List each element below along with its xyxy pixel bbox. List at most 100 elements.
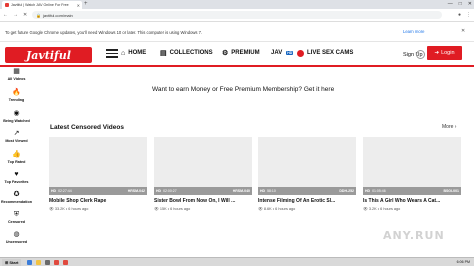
hd-badge: HD <box>260 189 266 193</box>
video-age: 6 hours ago <box>170 207 191 211</box>
home-icon: ⌂ <box>121 49 126 57</box>
infobar-close-icon[interactable]: ✕ <box>461 28 465 34</box>
video-title[interactable]: Mobile Shop Clerk Rape <box>49 198 147 204</box>
tab-title: Javtiful | Watch JAV Online For Free <box>11 3 69 7</box>
shield-app-icon[interactable] <box>63 259 69 265</box>
eye-icon: 👁 <box>154 207 159 211</box>
video-card[interactable]: HD 01:05:46 BSGI-001 Is This A Girl Who … <box>363 137 461 211</box>
folder-icon[interactable] <box>36 259 42 265</box>
profile-icon[interactable]: ● <box>458 12 461 18</box>
lock-icon: 🔒 <box>36 12 41 18</box>
new-tab-button[interactable]: + <box>84 1 88 8</box>
chart-icon: ↗ <box>13 130 20 137</box>
video-stats: 👁 15K • 6 hours ago <box>154 206 252 211</box>
menu-icon[interactable]: ⋮ <box>466 12 471 18</box>
video-views: 3.2K <box>368 207 377 211</box>
nav-jav[interactable]: JAV HD <box>271 47 294 59</box>
video-age: 6 hours ago <box>380 207 401 211</box>
nav-home[interactable]: ⌂ HOME <box>121 47 146 59</box>
header-divider <box>0 65 474 67</box>
live-icon <box>297 49 304 57</box>
chrome-update-infobar: To get future Google Chrome updates, you… <box>0 22 474 42</box>
separator: • <box>377 207 380 211</box>
video-stats: 👁 8.6K • 6 hours ago <box>258 206 356 211</box>
chrome-icon[interactable] <box>54 259 60 265</box>
login-button[interactable]: ➔ Login <box>427 46 462 60</box>
video-card[interactable]: HD 02:27:44 HRSM-042 Mobile Shop Clerk R… <box>49 137 147 211</box>
start-label: Start <box>9 259 19 265</box>
forward-icon[interactable]: → <box>13 12 18 18</box>
site-header: Javtiful ⌂ HOME ▤ COLLECTIONS ⚙ PREMIUM … <box>0 42 474 66</box>
heart-icon: ♥ <box>14 171 19 178</box>
video-stats: 👁 33.2K • 6 hours ago <box>49 206 147 211</box>
site-logo[interactable]: Javtiful <box>5 47 92 63</box>
sidebar-item-label: Top Rated <box>7 160 26 164</box>
thumbs-up-icon: 👍 <box>12 151 21 158</box>
sidebar-item-recommendation[interactable]: ✪ Recommendation <box>0 191 33 204</box>
video-duration: 01:05:46 <box>372 189 386 193</box>
eye-icon: 👁 <box>49 207 54 211</box>
video-card[interactable]: HD 02:00:27 HRSM-040 Sister Bowl From No… <box>154 137 252 211</box>
shield-icon: ⛨ <box>13 211 20 218</box>
nav-live-sex-cams[interactable]: LIVE SEX CAMS <box>297 47 353 59</box>
video-thumbnail[interactable]: HD 02:27:44 HRSM-042 <box>49 137 147 195</box>
close-window-button[interactable]: ✕ <box>468 0 472 8</box>
sidebar-item-being-watched[interactable]: ◉ Being Watched <box>0 110 33 123</box>
video-code: HRSM-042 <box>127 189 145 193</box>
sidebar-item-most-viewed[interactable]: ↗ Most Viewed <box>0 130 33 143</box>
windows-logo-icon: ⊞ <box>5 259 9 265</box>
video-title[interactable]: Is This A Girl Who Wears A Cat... <box>363 198 461 204</box>
separator: • <box>272 207 275 211</box>
nav-collections[interactable]: ▤ COLLECTIONS <box>160 47 213 59</box>
sidebar: ▦ All Videos 🔥 Trending ◉ Being Watched … <box>0 67 33 256</box>
star-icon: ✪ <box>13 191 20 198</box>
hd-badge: HD <box>51 189 57 193</box>
fire-icon: 🔥 <box>12 89 21 96</box>
video-code: DDH-252 <box>339 189 354 193</box>
video-title[interactable]: Sister Bowl From Now On, I Will ... <box>154 198 252 204</box>
sidebar-item-trending[interactable]: 🔥 Trending <box>0 89 33 102</box>
back-icon[interactable]: ← <box>3 12 8 18</box>
video-meta-bar: HD 02:00:27 HRSM-040 <box>154 187 252 195</box>
url-field[interactable]: 🔒 javtiful.com/main <box>32 11 442 19</box>
browser-tabbar: Javtiful | Watch JAV Online For Free ✕ +… <box>0 0 474 9</box>
minimize-button[interactable]: — <box>448 0 453 8</box>
sidebar-item-label: Trending <box>8 98 25 102</box>
more-link[interactable]: More › <box>442 124 456 130</box>
start-button[interactable]: ⊞ Start <box>2 258 22 266</box>
video-card[interactable]: HD 58:10 DDH-252 Intense Filming Of An E… <box>258 137 356 211</box>
sidebar-item-uncensored[interactable]: ◍ Uncensored <box>0 231 33 244</box>
video-thumbnail[interactable]: HD 01:05:46 BSGI-001 <box>363 137 461 195</box>
video-title[interactable]: Intense Filming Of An Erotic Sl... <box>258 198 356 204</box>
clock: 6:06 PM <box>456 260 470 264</box>
browser-actions: ● ⋮ <box>458 12 471 18</box>
video-thumbnail[interactable]: HD 58:10 DDH-252 <box>258 137 356 195</box>
nav-collections-label: COLLECTIONS <box>169 50 213 56</box>
hd-badge: HD <box>156 189 162 193</box>
video-thumbnail[interactable]: HD 02:00:27 HRSM-040 <box>154 137 252 195</box>
sidebar-item-all-videos[interactable]: ▦ All Videos <box>0 68 33 81</box>
reload-icon[interactable]: ✕ <box>23 12 27 18</box>
video-views: 15K <box>159 207 167 211</box>
nav-premium[interactable]: ⚙ PREMIUM <box>222 47 260 59</box>
address-bar-row: ← → ✕ 🔒 javtiful.com/main ● ⋮ <box>0 9 474 22</box>
sidebar-item-top-favorites[interactable]: ♥ Top Favorites <box>0 171 33 184</box>
hamburger-menu-icon[interactable] <box>106 49 118 58</box>
media-icon[interactable] <box>45 259 51 265</box>
premium-promo-link[interactable]: Want to earn Money or Free Premium Membe… <box>152 86 334 93</box>
url-text: javtiful.com/main <box>42 12 73 18</box>
sidebar-item-top-rated[interactable]: 👍 Top Rated <box>0 151 33 164</box>
tab-close-icon[interactable]: ✕ <box>77 3 80 8</box>
user-icon[interactable] <box>416 50 425 59</box>
browser-tab[interactable]: Javtiful | Watch JAV Online For Free ✕ <box>2 1 82 9</box>
separator: • <box>167 207 170 211</box>
video-meta-bar: HD 02:27:44 HRSM-042 <box>49 187 147 195</box>
maximize-button[interactable]: □ <box>459 0 462 8</box>
infobar-message: To get future Google Chrome updates, you… <box>5 30 203 35</box>
favicon-icon <box>5 3 9 7</box>
sidebar-item-censored[interactable]: ⛨ Censored <box>0 211 33 224</box>
video-duration: 02:27:44 <box>58 189 72 193</box>
ie-icon[interactable] <box>27 259 33 265</box>
sidebar-item-label: All Videos <box>7 77 26 81</box>
learn-more-link[interactable]: Learn more <box>403 29 424 34</box>
